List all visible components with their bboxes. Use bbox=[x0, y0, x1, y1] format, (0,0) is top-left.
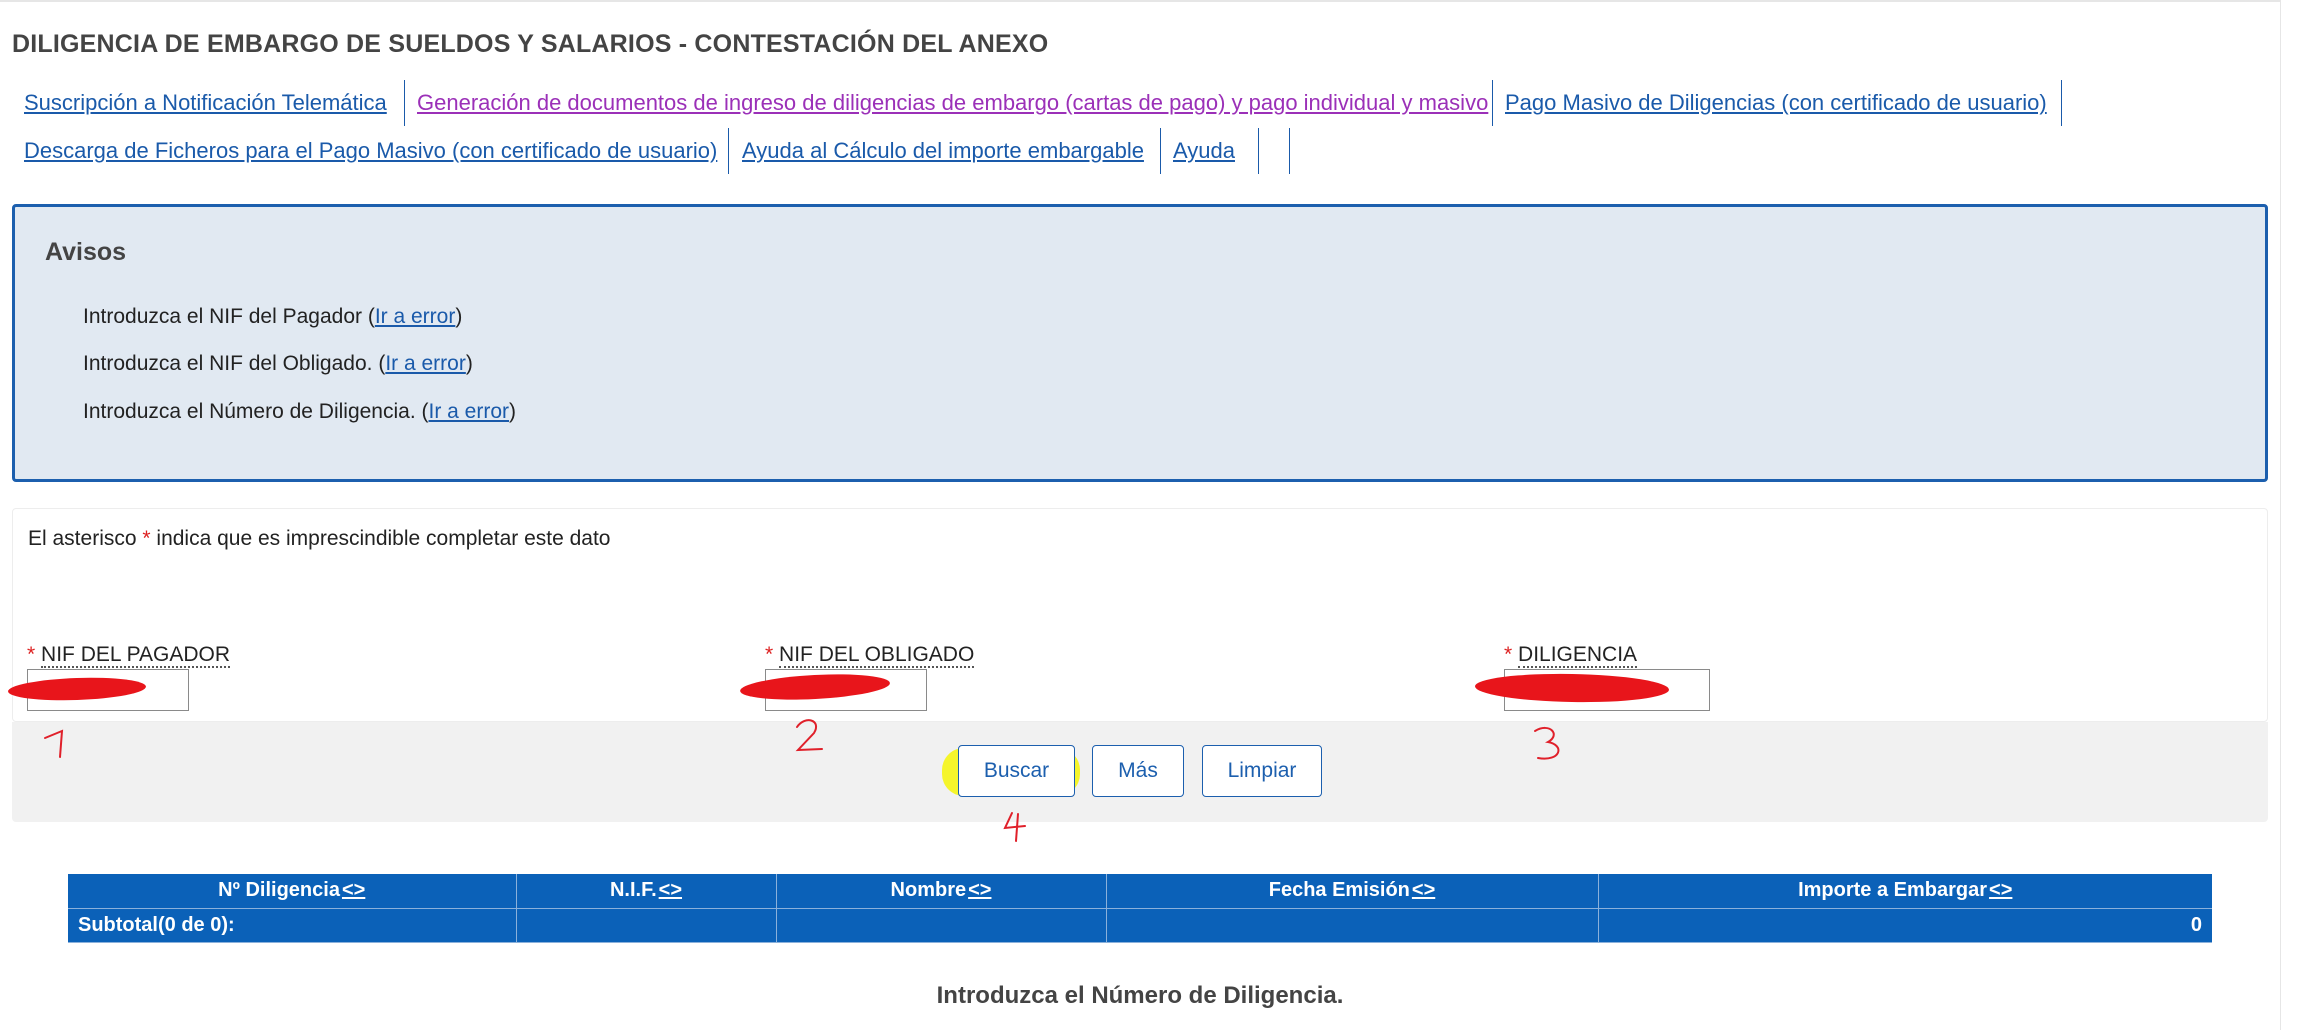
sort-toggle[interactable]: <> bbox=[1412, 879, 1435, 901]
aviso-item-nif-obligado: Introduzca el NIF del Obligado. (Ir a er… bbox=[83, 352, 473, 376]
nav-row-2: Descarga de Ficheros para el Pago Masivo… bbox=[0, 126, 2280, 176]
status-message: Introduzca el Número de Diligencia. bbox=[936, 982, 1344, 1009]
aviso-close-paren: ) bbox=[465, 352, 473, 375]
nif-obligado-label: * NIF DEL OBLIGADO bbox=[765, 643, 975, 668]
sort-toggle[interactable]: <> bbox=[659, 879, 682, 901]
required-asterisk: * bbox=[142, 527, 151, 550]
subtotal-label: Subtotal(0 de 0): bbox=[68, 908, 517, 943]
aviso-close-paren: ) bbox=[509, 400, 517, 423]
required-note-before: El asterisco bbox=[28, 527, 143, 550]
required-asterisk: * bbox=[765, 643, 774, 666]
nav-link-pago-masivo[interactable]: Pago Masivo de Diligencias (con certific… bbox=[1505, 78, 2047, 128]
required-note-after: indica que es imprescindible completar e… bbox=[150, 527, 611, 550]
table-header-row: Nº Diligencia <> N.I.F. <> Nombre <> Fecha … bbox=[68, 874, 2212, 909]
nav-link-ayuda-calculo[interactable]: Ayuda al Cálculo del importe embargable bbox=[742, 126, 1144, 176]
buscar-button[interactable]: Buscar bbox=[958, 745, 1075, 797]
col-header-nombre[interactable]: Nombre <> bbox=[776, 874, 1107, 909]
nav-separator bbox=[404, 80, 405, 126]
mas-button[interactable]: Más bbox=[1092, 745, 1184, 797]
aviso-close-paren: ) bbox=[455, 305, 463, 328]
nav-separator bbox=[1289, 128, 1290, 174]
search-form-panel: El asterisco * indica que es imprescindi… bbox=[12, 508, 2268, 722]
col-header-label: Fecha Emisión bbox=[1268, 879, 1410, 902]
sort-toggle[interactable]: <> bbox=[1989, 879, 2012, 901]
nif-pagador-label: * NIF DEL PAGADOR bbox=[27, 643, 231, 668]
col-header-label: Importe a Embargar bbox=[1798, 879, 1988, 902]
page-title: DILIGENCIA DE EMBARGO DE SUELDOS Y SALAR… bbox=[12, 30, 1049, 58]
diligencia-label: * DILIGENCIA bbox=[1504, 643, 1638, 668]
required-note: El asterisco * indica que es imprescindi… bbox=[28, 527, 610, 551]
sort-toggle[interactable]: <> bbox=[968, 879, 991, 901]
table-cell bbox=[516, 908, 777, 943]
aviso-item-nif-pagador: Introduzca el NIF del Pagador (Ir a erro… bbox=[83, 305, 462, 329]
nav-link-descarga-ficheros[interactable]: Descarga de Ficheros para el Pago Masivo… bbox=[24, 126, 717, 176]
required-asterisk: * bbox=[27, 643, 36, 666]
limpiar-button[interactable]: Limpiar bbox=[1202, 745, 1322, 797]
required-asterisk: * bbox=[1504, 643, 1513, 666]
aviso-text: Introduzca el Número de Diligencia. ( bbox=[83, 400, 429, 423]
field-label-text: NIF DEL PAGADOR bbox=[41, 643, 231, 668]
col-header-label: Nombre bbox=[890, 879, 967, 902]
results-table: Nº Diligencia <> N.I.F. <> Nombre <> Fecha … bbox=[68, 874, 2212, 943]
col-header-nif[interactable]: N.I.F. <> bbox=[516, 874, 777, 909]
nav-separator bbox=[728, 128, 729, 174]
right-divider bbox=[2280, 0, 2281, 1030]
table-cell bbox=[1106, 908, 1599, 943]
nav-separator bbox=[1492, 80, 1493, 126]
nav-link-generacion-documentos[interactable]: Generación de documentos de ingreso de d… bbox=[417, 78, 1488, 128]
sort-toggle[interactable]: <> bbox=[342, 879, 365, 901]
subtotal-row: Subtotal(0 de 0): 0 bbox=[68, 908, 2212, 943]
col-header-label: Nº Diligencia bbox=[218, 879, 340, 902]
col-header-fecha[interactable]: Fecha Emisión <> bbox=[1106, 874, 1599, 909]
nav-row-1: Suscripción a Notificación Telemática Ge… bbox=[0, 78, 2280, 128]
col-header-importe[interactable]: Importe a Embargar <> bbox=[1598, 874, 2212, 909]
nav-separator bbox=[2061, 80, 2062, 126]
aviso-text: Introduzca el NIF del Pagador ( bbox=[83, 305, 375, 328]
field-label-text: DILIGENCIA bbox=[1518, 643, 1638, 668]
aviso-item-numero-diligencia: Introduzca el Número de Diligencia. (Ir … bbox=[83, 400, 516, 424]
ir-a-error-link[interactable]: Ir a error bbox=[385, 352, 466, 375]
avisos-title: Avisos bbox=[45, 238, 127, 266]
top-divider bbox=[0, 0, 2280, 2]
ir-a-error-link[interactable]: Ir a error bbox=[375, 305, 456, 328]
subtotal-value: 0 bbox=[1598, 908, 2212, 943]
col-header-label: N.I.F. bbox=[609, 879, 657, 902]
page: DILIGENCIA DE EMBARGO DE SUELDOS Y SALAR… bbox=[0, 0, 2299, 1030]
nav-separator bbox=[1258, 128, 1259, 174]
nav-link-suscripcion[interactable]: Suscripción a Notificación Telemática bbox=[24, 78, 387, 128]
col-header-diligencia[interactable]: Nº Diligencia <> bbox=[68, 874, 517, 909]
avisos-panel: Avisos Introduzca el NIF del Pagador (Ir… bbox=[12, 204, 2268, 482]
aviso-text: Introduzca el NIF del Obligado. ( bbox=[83, 352, 386, 375]
nav-separator bbox=[1160, 128, 1161, 174]
field-label-text: NIF DEL OBLIGADO bbox=[779, 643, 975, 668]
ir-a-error-link[interactable]: Ir a error bbox=[429, 400, 510, 423]
table-cell bbox=[776, 908, 1107, 943]
nav-link-ayuda[interactable]: Ayuda bbox=[1173, 126, 1235, 176]
